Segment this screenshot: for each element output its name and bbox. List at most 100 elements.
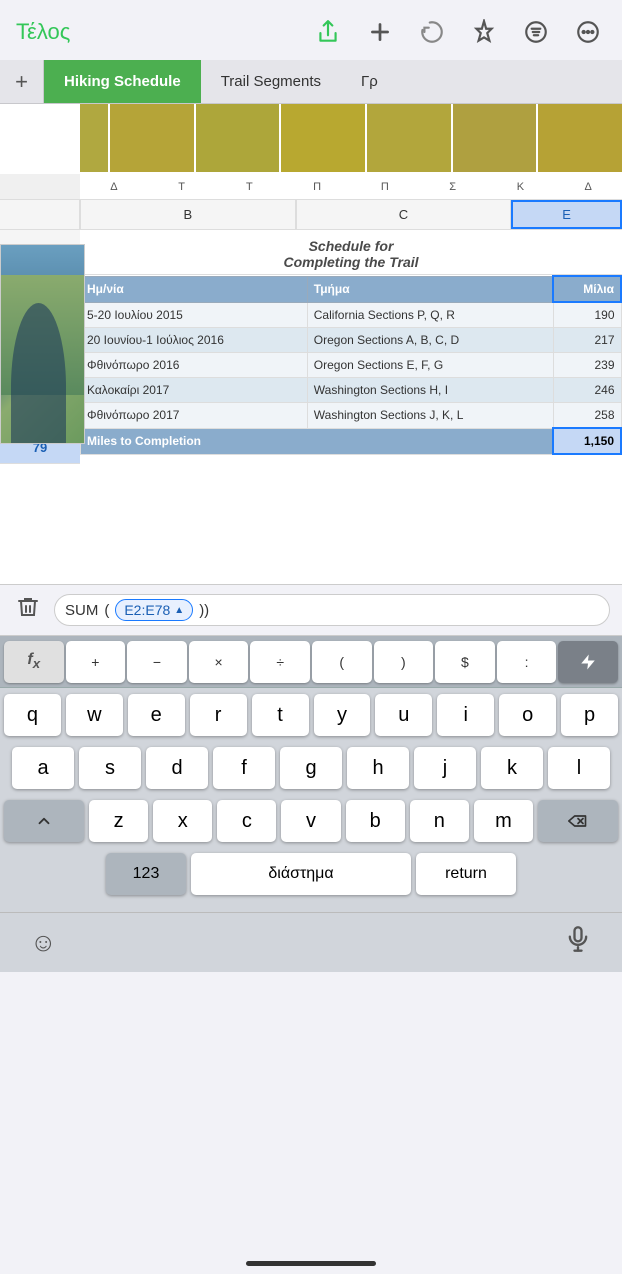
section-cell[interactable]: Oregon Sections A, B, C, D	[307, 328, 553, 353]
colon-button[interactable]: :	[497, 641, 557, 683]
key-l[interactable]: l	[548, 747, 610, 789]
plus-label: +	[91, 654, 99, 670]
key-rows: q w e r t y u i o p a s d f g h j k l	[0, 688, 622, 912]
miles-cell[interactable]: 239	[553, 353, 621, 378]
key-z[interactable]: z	[89, 800, 148, 842]
key-b[interactable]: b	[346, 800, 405, 842]
key-p[interactable]: p	[561, 694, 618, 736]
key-y[interactable]: y	[314, 694, 371, 736]
pin-button[interactable]	[466, 14, 502, 50]
num-button[interactable]: 123	[106, 853, 186, 895]
top-bar: Τέλος	[0, 0, 622, 60]
key-o[interactable]: o	[499, 694, 556, 736]
key-n[interactable]: n	[410, 800, 469, 842]
table-row: 5-20 Ιουλίου 2015 California Sections P,…	[81, 302, 622, 328]
minus-button[interactable]: −	[127, 641, 187, 683]
minus-label: −	[153, 654, 161, 670]
key-a[interactable]: a	[12, 747, 74, 789]
space-label: διάστημα	[268, 865, 333, 883]
section-cell[interactable]: Washington Sections J, K, L	[307, 403, 553, 429]
total-value[interactable]: 1,150	[553, 428, 621, 454]
col-header-e[interactable]: E	[511, 200, 622, 229]
bottom-bar: ☺	[0, 912, 622, 972]
mic-button[interactable]	[564, 925, 592, 960]
section-cell[interactable]: Oregon Sections E, F, G	[307, 353, 553, 378]
formula-range[interactable]: E2:E78 ▲	[115, 599, 193, 621]
backspace-button[interactable]	[538, 800, 618, 842]
date-cell[interactable]: Φθινόπωρο 2016	[81, 353, 308, 378]
date-cell[interactable]: 20 Ιουνίου-1 Ιούλιος 2016	[81, 328, 308, 353]
shift-button[interactable]	[4, 800, 84, 842]
col-header-b[interactable]: B	[80, 200, 296, 229]
undo-icon	[419, 19, 445, 45]
tab-partial[interactable]: Γρ	[341, 60, 398, 103]
table-row: Καλοκαίρι 2017 Washington Sections H, I …	[81, 378, 622, 403]
formula-pill[interactable]: SUM ( E2:E78 ▲ ))	[54, 594, 610, 626]
return-label: return	[445, 865, 487, 883]
key-r[interactable]: r	[190, 694, 247, 736]
formula-range-arrow: ▲	[174, 605, 184, 616]
key-f[interactable]: f	[213, 747, 275, 789]
col-header-c[interactable]: C	[296, 200, 512, 229]
key-row-1: q w e r t y u i o p	[4, 694, 618, 736]
lightning-button[interactable]	[558, 641, 618, 683]
divide-button[interactable]: ÷	[250, 641, 310, 683]
pin-icon	[471, 19, 497, 45]
tab-hiking-schedule[interactable]: Hiking Schedule	[44, 60, 201, 103]
more-button[interactable]	[570, 14, 606, 50]
filter-button[interactable]	[518, 14, 554, 50]
key-u[interactable]: u	[375, 694, 432, 736]
key-v[interactable]: v	[281, 800, 340, 842]
miles-cell[interactable]: 190	[553, 302, 621, 328]
miles-cell[interactable]: 258	[553, 403, 621, 429]
key-h[interactable]: h	[347, 747, 409, 789]
key-m[interactable]: m	[474, 800, 533, 842]
dollar-button[interactable]: $	[435, 641, 495, 683]
return-button[interactable]: return	[416, 853, 516, 895]
fx-button[interactable]: fx	[4, 641, 64, 683]
open-paren-button[interactable]: (	[312, 641, 372, 683]
key-q[interactable]: q	[4, 694, 61, 736]
key-e[interactable]: e	[128, 694, 185, 736]
key-s[interactable]: s	[79, 747, 141, 789]
total-label: Miles to Completion	[81, 428, 554, 454]
multiply-button[interactable]: ×	[189, 641, 249, 683]
key-d[interactable]: d	[146, 747, 208, 789]
section-cell[interactable]: Washington Sections H, I	[307, 378, 553, 403]
delete-button[interactable]	[12, 591, 44, 629]
date-cell[interactable]: Καλοκαίρι 2017	[81, 378, 308, 403]
key-k[interactable]: k	[481, 747, 543, 789]
tab-add-button[interactable]: +	[0, 60, 44, 103]
key-x[interactable]: x	[153, 800, 212, 842]
tab-trail-segments[interactable]: Trail Segments	[201, 60, 341, 103]
undo-button[interactable]	[414, 14, 450, 50]
key-c[interactable]: c	[217, 800, 276, 842]
key-i[interactable]: i	[437, 694, 494, 736]
date-cell[interactable]: 5-20 Ιουλίου 2015	[81, 302, 308, 328]
space-button[interactable]: διάστημα	[191, 853, 411, 895]
multiply-label: ×	[214, 654, 222, 670]
miles-cell[interactable]: 246	[553, 378, 621, 403]
telos-button[interactable]: Τέλος	[16, 19, 70, 45]
add-button[interactable]	[362, 14, 398, 50]
data-table: Ημ/νία Τμήμα Μίλια 5-20 Ιουλίου 2015 Cal…	[80, 275, 622, 455]
formula-open-paren: (	[104, 602, 109, 619]
table-row: Φθινόπωρο 2016 Oregon Sections E, F, G 2…	[81, 353, 622, 378]
key-j[interactable]: j	[414, 747, 476, 789]
day-label-7: Κ	[487, 174, 555, 199]
plus-button[interactable]: +	[66, 641, 126, 683]
key-row-2: a s d f g h j k l	[4, 747, 618, 789]
key-g[interactable]: g	[280, 747, 342, 789]
miles-cell[interactable]: 217	[553, 328, 621, 353]
top-bar-right	[310, 14, 606, 50]
close-paren-button[interactable]: )	[374, 641, 434, 683]
table-title-text: Schedule for Completing the Trail	[84, 238, 618, 270]
key-t[interactable]: t	[252, 694, 309, 736]
emoji-button[interactable]: ☺	[30, 927, 57, 958]
keyboard-area: fx + − × ÷ ( ) $ : q w e r t y u i o p a	[0, 636, 622, 912]
date-cell[interactable]: Φθινόπωρο 2017	[81, 403, 308, 429]
lightning-icon	[579, 653, 597, 671]
key-w[interactable]: w	[66, 694, 123, 736]
section-cell[interactable]: California Sections P, Q, R	[307, 302, 553, 328]
share-button[interactable]	[310, 14, 346, 50]
